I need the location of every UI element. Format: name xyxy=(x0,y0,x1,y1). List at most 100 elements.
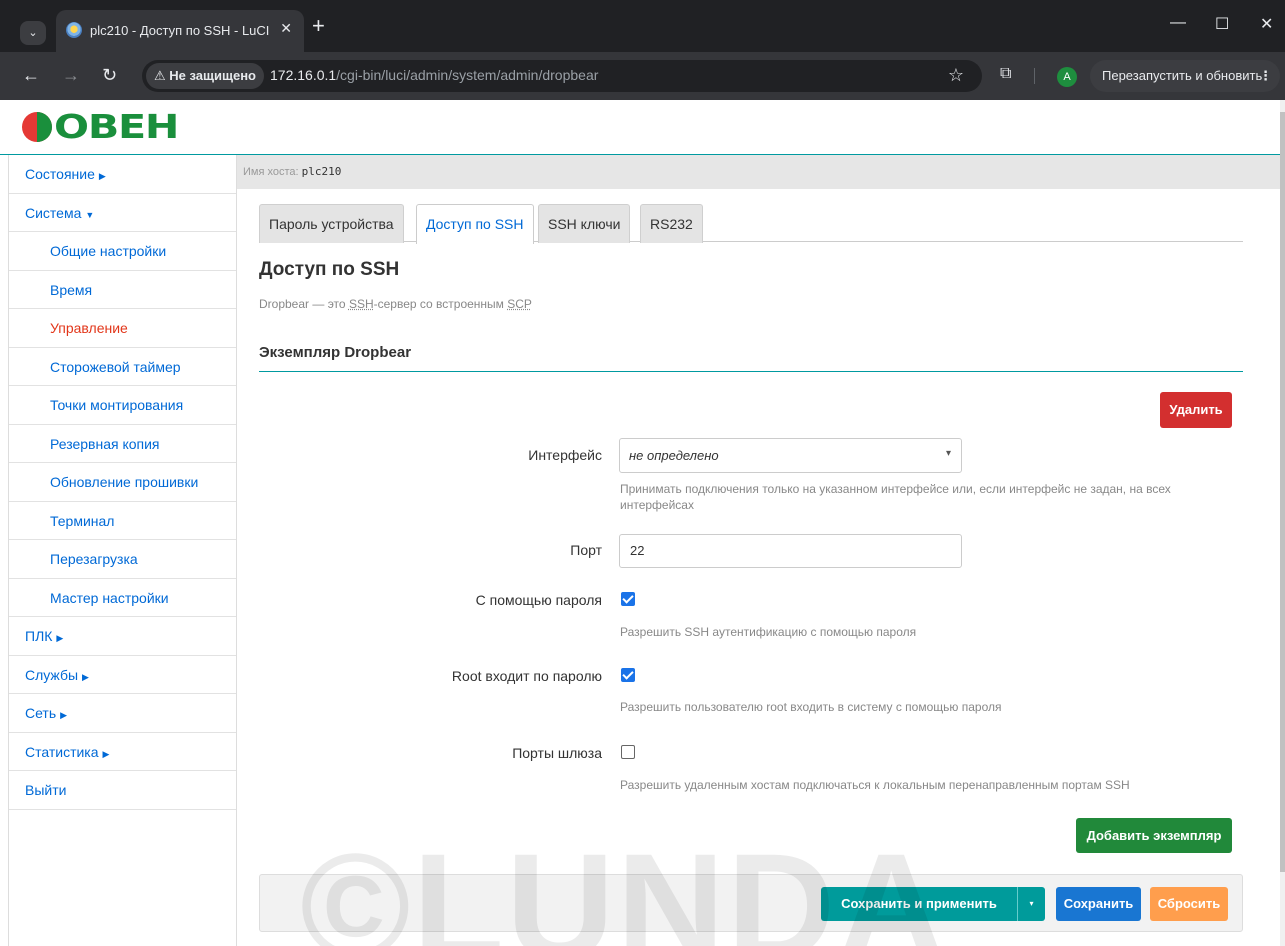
sidebar-item-administration[interactable]: Управление xyxy=(9,309,236,348)
sidebar-item-label: Система xyxy=(25,204,82,221)
save-apply-dropdown-icon[interactable]: ▾ xyxy=(1017,887,1045,921)
sidebar-item-label: Статистика xyxy=(25,743,99,760)
tab-rs232[interactable]: RS232 xyxy=(640,204,703,243)
sidebar-item-terminal[interactable]: Терминал xyxy=(9,502,236,540)
warning-icon: ⚠ xyxy=(154,68,170,83)
interface-value: не определено xyxy=(629,448,719,463)
caret-right-icon: ▶ xyxy=(102,748,110,759)
address-bar[interactable]: ⚠ Не защищено 172.16.0.1/cgi-bin/luci/ad… xyxy=(142,60,982,92)
favicon-icon xyxy=(66,22,82,38)
tab-title: plc210 - Доступ по SSH - LuCI xyxy=(90,23,270,38)
sidebar-item-mount-points[interactable]: Точки монтирования xyxy=(9,386,236,425)
security-label: Не защищено xyxy=(169,68,256,83)
caret-right-icon: ▶ xyxy=(82,671,89,682)
hostname-label: Имя хоста: xyxy=(243,166,299,178)
desc-text: -сервер со встроенным xyxy=(373,297,508,311)
window-close-icon[interactable]: ✕ xyxy=(1260,14,1273,34)
minimize-icon[interactable]: — xyxy=(1170,14,1186,32)
port-label: Порт xyxy=(570,542,602,558)
sidebar-item-time[interactable]: Время xyxy=(9,271,236,309)
abbr-ssh: SSH xyxy=(348,297,374,311)
password-auth-help: Разрешить SSH аутентификацию с помощью п… xyxy=(620,625,917,639)
close-icon[interactable]: ✕ xyxy=(280,20,292,37)
sidebar-item-status[interactable]: Состояние ▶ xyxy=(9,155,236,194)
sidebar-item-label: ПЛК xyxy=(25,628,53,644)
page-scrollbar[interactable] xyxy=(1280,100,1285,946)
relaunch-button[interactable]: Перезапустить и обновить ⋮ xyxy=(1090,60,1280,92)
sidebar-item-statistics[interactable]: Статистика ▶ xyxy=(9,733,236,771)
sidebar-item-label: Сеть xyxy=(25,705,57,721)
root-password-checkbox[interactable] xyxy=(621,668,635,682)
add-instance-button[interactable]: Добавить экземпляр xyxy=(1076,818,1232,853)
sidebar-item-services[interactable]: Службы ▶ xyxy=(9,656,236,694)
sidebar-item-reboot[interactable]: Перезагрузка xyxy=(9,540,236,579)
sidebar-item-general-settings[interactable]: Общие настройки xyxy=(9,232,236,271)
forward-icon[interactable]: → xyxy=(62,65,80,85)
save-apply-button[interactable]: Сохранить и применить xyxy=(821,887,1017,921)
interface-label: Интерфейс xyxy=(528,447,602,463)
interface-select[interactable]: не определено ▾ xyxy=(619,438,962,473)
root-password-label: Root входит по паролю xyxy=(451,668,602,684)
tab-device-password[interactable]: Пароль устройства xyxy=(259,204,404,243)
browser-tab-bar: ⌄ plc210 - Доступ по SSH - LuCI ✕ + — ☐ … xyxy=(0,0,1285,52)
maximize-icon[interactable]: ☐ xyxy=(1215,14,1229,34)
tab-ssh-keys[interactable]: SSH ключи xyxy=(538,204,631,243)
url-path: /cgi-bin/luci/admin/system/admin/dropbea… xyxy=(336,67,599,83)
tab-ssh-access[interactable]: Доступ по SSH xyxy=(416,204,534,244)
new-tab-icon[interactable]: + xyxy=(312,15,325,37)
sidebar-item-logout[interactable]: Выйти xyxy=(9,771,236,810)
scrollbar-thumb[interactable] xyxy=(1280,112,1285,872)
caret-right-icon: ▶ xyxy=(60,710,68,720)
port-input[interactable]: 22 xyxy=(619,534,962,568)
caret-down-icon: ▼ xyxy=(85,209,95,220)
gateway-ports-label: Порты шлюза xyxy=(512,745,602,761)
sidebar-item-firmware-update[interactable]: Обновление прошивки xyxy=(9,463,236,502)
sidebar-item-label: Службы xyxy=(25,666,79,683)
gateway-ports-checkbox[interactable] xyxy=(621,745,635,759)
sidebar: Состояние ▶ Система ▼ Общие настройки Врем… xyxy=(8,155,237,946)
sidebar-item-watchdog[interactable]: Сторожевой таймер xyxy=(9,348,236,386)
kebab-menu-icon[interactable]: ⋮ xyxy=(1259,60,1272,92)
security-chip[interactable]: ⚠ Не защищено xyxy=(146,63,264,89)
main-content: Имя хоста: plc210 Пароль устройства Дост… xyxy=(237,155,1280,946)
hostname-bar: Имя хоста: plc210 xyxy=(237,155,1280,189)
sidebar-item-system[interactable]: Система ▼ xyxy=(9,194,236,232)
extensions-icon[interactable]: ⧉ xyxy=(1000,65,1011,83)
url-text: 172.16.0.1/cgi-bin/luci/admin/system/adm… xyxy=(270,67,598,83)
sidebar-item-network[interactable]: Сеть ▶ xyxy=(9,694,236,733)
tab-search-button[interactable]: ⌄ xyxy=(20,21,46,45)
profile-avatar[interactable]: A xyxy=(1057,67,1077,87)
url-host: 172.16.0.1 xyxy=(270,67,337,83)
action-bar: Сохранить и применить ▾ Сохранить Сброси… xyxy=(259,874,1243,932)
save-button[interactable]: Сохранить xyxy=(1056,887,1141,921)
reset-button[interactable]: Сбросить xyxy=(1150,887,1228,921)
abbr-scp: SCP xyxy=(507,297,532,311)
sidebar-item-label: Состояние xyxy=(25,166,95,182)
gateway-ports-help: Разрешить удаленным хостам подключаться … xyxy=(620,778,1130,792)
password-auth-label: С помощью пароля xyxy=(475,592,602,608)
chevron-down-icon: ⌄ xyxy=(28,27,38,39)
logo-icon xyxy=(22,112,52,142)
root-password-help: Разрешить пользователю root входить в си… xyxy=(620,700,1002,714)
toolbar-divider xyxy=(1034,68,1035,84)
relaunch-label: Перезапустить и обновить xyxy=(1102,68,1263,83)
star-icon[interactable]: ☆ xyxy=(948,65,964,86)
content-tabs: Пароль устройства Доступ по SSH SSH ключ… xyxy=(259,204,1243,244)
sidebar-item-setup-wizard[interactable]: Мастер настройки xyxy=(9,579,236,617)
interface-help: Принимать подключения только на указанно… xyxy=(620,482,1171,512)
sidebar-item-backup[interactable]: Резервная копия xyxy=(9,425,236,463)
page: ОВЕН Состояние ▶ Система ▼ Общие настройки… xyxy=(0,100,1285,946)
browser-toolbar: ← → ↻ ⚠ Не защищено 172.16.0.1/cgi-bin/l… xyxy=(0,52,1285,100)
delete-button[interactable]: Удалить xyxy=(1160,392,1232,428)
dropdown-arrow-icon: ▾ xyxy=(945,448,951,459)
browser-tab[interactable]: plc210 - Доступ по SSH - LuCI ✕ xyxy=(56,10,304,52)
back-icon[interactable]: ← xyxy=(22,65,40,85)
reload-icon[interactable]: ↻ xyxy=(102,65,117,85)
section-description: Dropbear — это SSH-сервер со встроенным … xyxy=(259,297,532,311)
subsection-title: Экземпляр Dropbear xyxy=(259,344,1243,372)
password-auth-checkbox[interactable] xyxy=(621,592,635,606)
sidebar-item-plc[interactable]: ПЛК ▶ xyxy=(9,617,236,656)
page-title: Доступ по SSH xyxy=(259,259,400,280)
caret-right-icon: ▶ xyxy=(98,171,106,181)
port-value: 22 xyxy=(630,543,645,558)
